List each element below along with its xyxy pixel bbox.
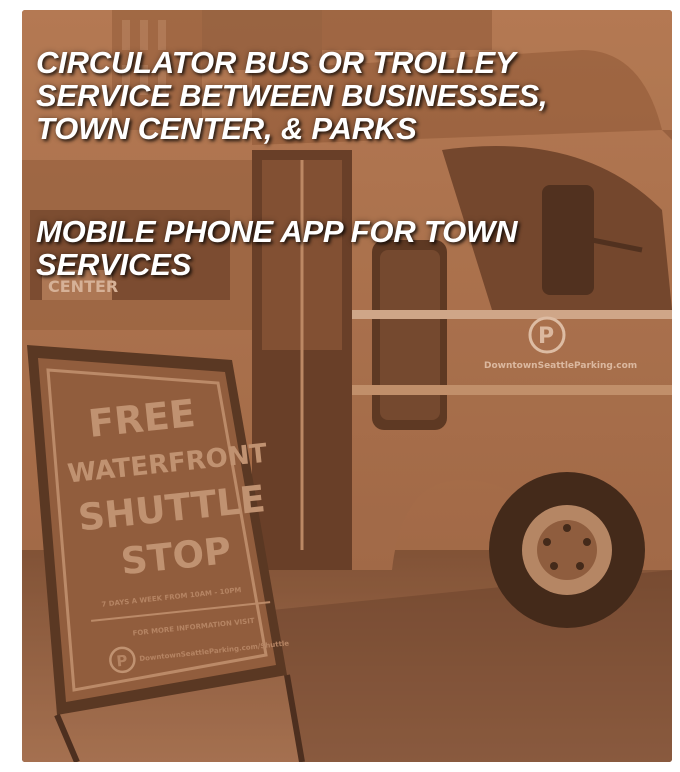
photo-frame: CENTER P DowntownSeattleParking.com FREE… [22,10,672,762]
headline-mobile-app: MOBILE PHONE APP FOR TOWN SERVICES [36,214,518,282]
headline-circulator: CIRCULATOR BUS OR TROLLEY SERVICE BETWEE… [36,45,548,146]
